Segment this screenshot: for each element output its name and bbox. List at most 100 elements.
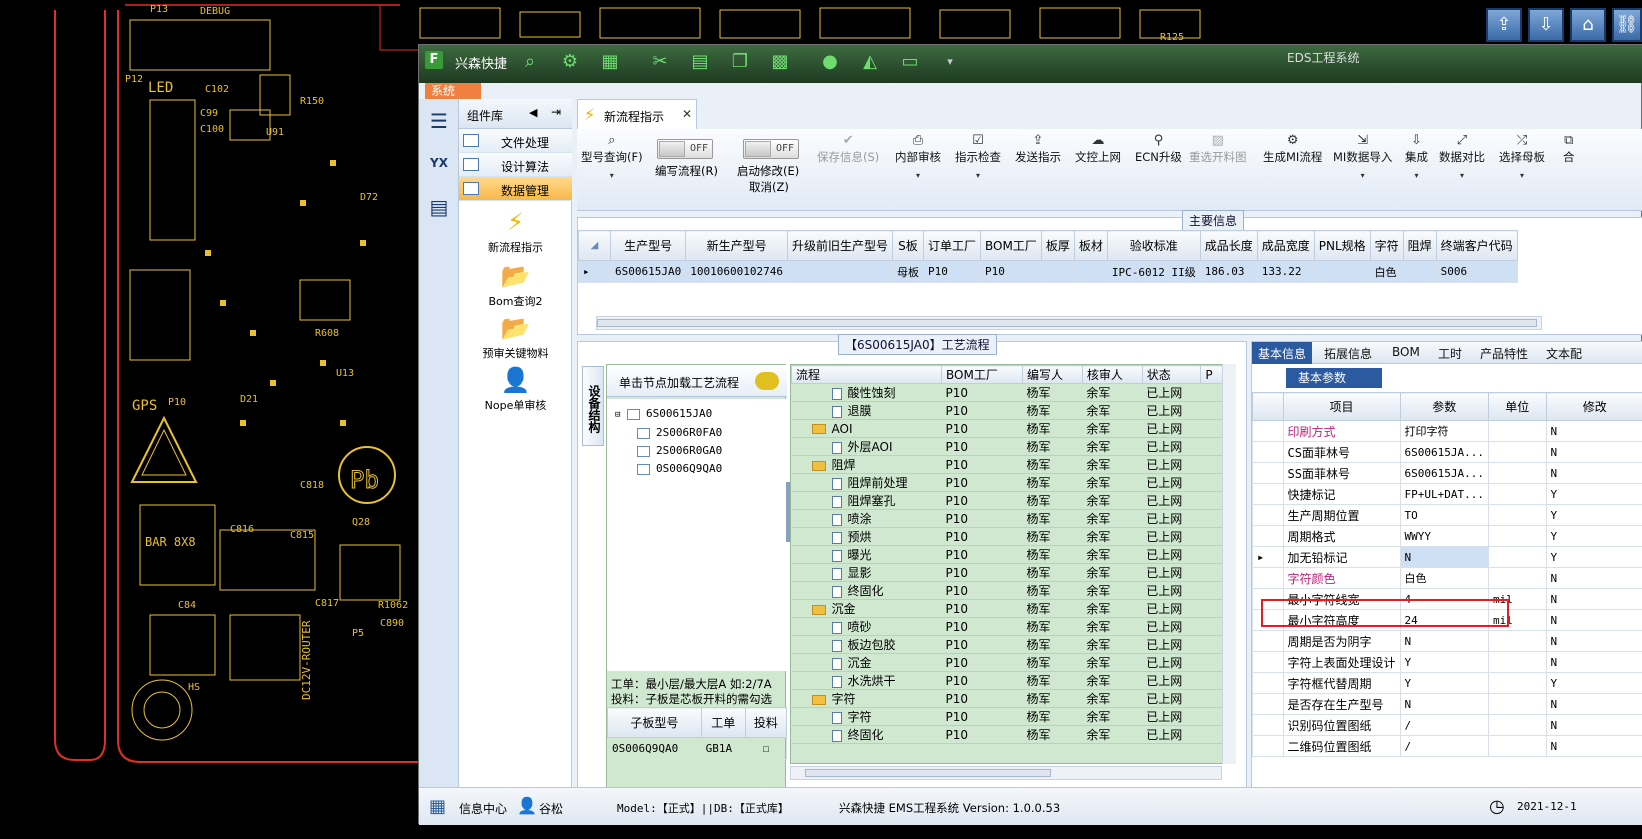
flow-vscrollbar[interactable] — [1222, 364, 1236, 764]
column-header[interactable]: 板材 — [1073, 230, 1108, 261]
calculator-icon[interactable]: ▤ — [423, 191, 455, 223]
flow-reviewer-cell[interactable]: 余军 — [1082, 671, 1143, 690]
flow-p-cell[interactable] — [1200, 689, 1223, 708]
flow-writer-cell[interactable]: 杨军 — [1022, 401, 1083, 420]
flow-name-cell[interactable]: 终固化 — [791, 581, 942, 600]
flow-factory-cell[interactable]: P10 — [941, 617, 1023, 636]
flow-reviewer-cell[interactable]: 余军 — [1082, 563, 1143, 582]
settings-icon[interactable]: ⚙ — [559, 51, 581, 73]
flow-writer-cell[interactable]: 杨军 — [1022, 563, 1083, 582]
user-icon[interactable]: ● — [819, 51, 841, 73]
tool-prereview-material[interactable]: 📂 预审关键物料 — [459, 313, 572, 361]
flow-writer-cell[interactable]: 杨军 — [1022, 671, 1083, 690]
flow-status-cell[interactable]: 已上网 — [1142, 707, 1201, 726]
search-icon[interactable]: ⌕ — [519, 51, 541, 73]
column-header[interactable]: P — [1200, 365, 1223, 384]
flow-factory-cell[interactable]: P10 — [941, 725, 1023, 744]
flow-reviewer-cell[interactable]: 余军 — [1082, 725, 1143, 744]
table-cell[interactable]: 133.22 — [1256, 260, 1315, 283]
flow-p-cell[interactable] — [1200, 599, 1223, 618]
table-cell[interactable]: P10 — [922, 260, 981, 283]
upload-icon[interactable]: ⇪ — [1486, 8, 1522, 42]
param-value[interactable]: TO — [1399, 504, 1490, 526]
select-motherboard-button[interactable]: ⤮ 选择母板 ▾ — [1499, 133, 1545, 180]
flow-factory-cell[interactable]: P10 — [941, 653, 1023, 672]
column-header[interactable]: 成品宽度 — [1256, 230, 1315, 261]
param-value[interactable]: N — [1399, 546, 1490, 568]
tree-node-child[interactable]: 2S006R0FA0 — [637, 426, 722, 439]
table-cell[interactable] — [1040, 260, 1075, 283]
column-header[interactable]: 状态 — [1141, 365, 1202, 384]
cancel-edit-label[interactable]: 取消(Z) — [749, 179, 789, 195]
column-header[interactable]: 阻焊 — [1402, 230, 1437, 261]
table-cell[interactable] — [1402, 260, 1437, 283]
column-header[interactable]: 验收标准 — [1106, 230, 1201, 261]
scrollbar-thumb[interactable] — [805, 769, 1051, 777]
flow-name-cell[interactable]: 外层AOI — [791, 437, 942, 456]
flow-factory-cell[interactable]: P10 — [941, 707, 1023, 726]
chart-icon[interactable]: ◭ — [859, 51, 881, 73]
flow-writer-cell[interactable]: 杨军 — [1022, 419, 1083, 438]
save-info-button[interactable]: ✔ 保存信息(S) — [817, 133, 879, 165]
param-row[interactable]: 识别码位置图纸 / N — [1252, 714, 1642, 736]
table-cell[interactable] — [1313, 260, 1371, 283]
flow-p-cell[interactable] — [1200, 617, 1223, 636]
flow-reviewer-cell[interactable]: 余军 — [1082, 707, 1143, 726]
flow-status-cell[interactable]: 已上网 — [1142, 653, 1201, 672]
flow-name-cell[interactable]: 喷砂 — [791, 617, 942, 636]
lib-item-design-algorithm[interactable]: 设计算法 — [459, 153, 572, 177]
column-header[interactable]: PNL规格 — [1313, 230, 1371, 261]
flow-name-cell[interactable]: 曝光 — [791, 545, 942, 564]
table-row[interactable]: ▸ 6S00615JA0 10010600102746 母板 P10 P10 IPC-601… — [578, 260, 1518, 283]
param-row[interactable]: 字符颜色 白色 N — [1252, 567, 1642, 589]
flow-writer-cell[interactable]: 杨军 — [1022, 545, 1083, 564]
tab-basic-info[interactable]: 基本信息 — [1252, 342, 1313, 364]
flow-row[interactable]: 阻焊塞孔 P10 杨军 余军 已上网 — [791, 491, 1223, 510]
flow-name-cell[interactable]: 喷涂 — [791, 509, 942, 528]
flow-row[interactable]: 字符 P10 杨军 余军 已上网 — [791, 707, 1223, 726]
pin-icon[interactable]: ⇥ — [551, 105, 561, 119]
flow-factory-cell[interactable]: P10 — [941, 545, 1023, 564]
flow-writer-cell[interactable]: 杨军 — [1022, 509, 1083, 528]
flow-p-cell[interactable] — [1200, 509, 1223, 528]
param-row[interactable]: 二维码位置图纸 / N — [1252, 735, 1642, 757]
column-header[interactable]: 升级前旧生产型号 — [786, 230, 893, 261]
flow-status-cell[interactable]: 已上网 — [1142, 581, 1201, 600]
flow-row[interactable]: 阻焊 P10 杨军 余军 已上网 — [791, 455, 1223, 474]
write-flow-toggle[interactable]: OFF — [657, 139, 713, 159]
flow-status-cell[interactable]: 已上网 — [1142, 473, 1201, 492]
table-cell[interactable] — [1073, 260, 1108, 283]
close-icon[interactable]: ✕ — [682, 107, 692, 121]
flow-p-cell[interactable] — [1200, 455, 1223, 474]
tool-nope-review[interactable]: 👤 Nope单审核 — [459, 365, 572, 413]
tab-device-structure[interactable]: 设备结构 — [582, 366, 604, 446]
flow-factory-cell[interactable]: P10 — [941, 509, 1023, 528]
flow-writer-cell[interactable]: 杨军 — [1022, 491, 1083, 510]
doc-control-online-button[interactable]: ☁ 文控上网 — [1075, 133, 1121, 165]
tab-basic-params[interactable]: 基本参数 — [1286, 368, 1382, 388]
flow-row[interactable]: 退膜 P10 杨军 余军 已上网 — [791, 401, 1223, 420]
flow-p-cell[interactable] — [1200, 725, 1223, 744]
flow-p-cell[interactable] — [1200, 653, 1223, 672]
flow-writer-cell[interactable]: 杨军 — [1022, 689, 1083, 708]
internal-review-button[interactable]: ⎙ 内部审核 ▾ — [895, 133, 941, 180]
flow-p-cell[interactable] — [1200, 545, 1223, 564]
flow-reviewer-cell[interactable]: 余军 — [1082, 689, 1143, 708]
table-cell[interactable] — [786, 260, 893, 283]
flow-p-cell[interactable] — [1200, 491, 1223, 510]
flow-reviewer-cell[interactable]: 余军 — [1082, 401, 1143, 420]
tree-node-child[interactable]: 2S006R0GA0 — [637, 444, 722, 457]
flow-row[interactable]: 曝光 P10 杨军 余军 已上网 — [791, 545, 1223, 564]
flow-name-cell[interactable]: AOI — [791, 419, 942, 438]
table-cell[interactable]: 母板 — [891, 260, 924, 283]
tab-text-config[interactable]: 文本配 — [1546, 345, 1582, 362]
table-cell[interactable]: S006 — [1435, 260, 1518, 283]
customize-quick-access-icon[interactable]: ▾ — [939, 51, 961, 73]
flow-row[interactable]: 终固化 P10 杨军 余军 已上网 — [791, 581, 1223, 600]
flow-factory-cell[interactable]: P10 — [941, 437, 1023, 456]
system-tab[interactable]: 系统 — [425, 83, 481, 99]
flow-factory-cell[interactable]: P10 — [941, 455, 1023, 474]
param-value[interactable]: 白色 — [1399, 567, 1490, 589]
film-icon[interactable]: ▤ — [689, 51, 711, 73]
param-row[interactable]: CS面菲林号 6S00615JA... N — [1252, 441, 1642, 463]
